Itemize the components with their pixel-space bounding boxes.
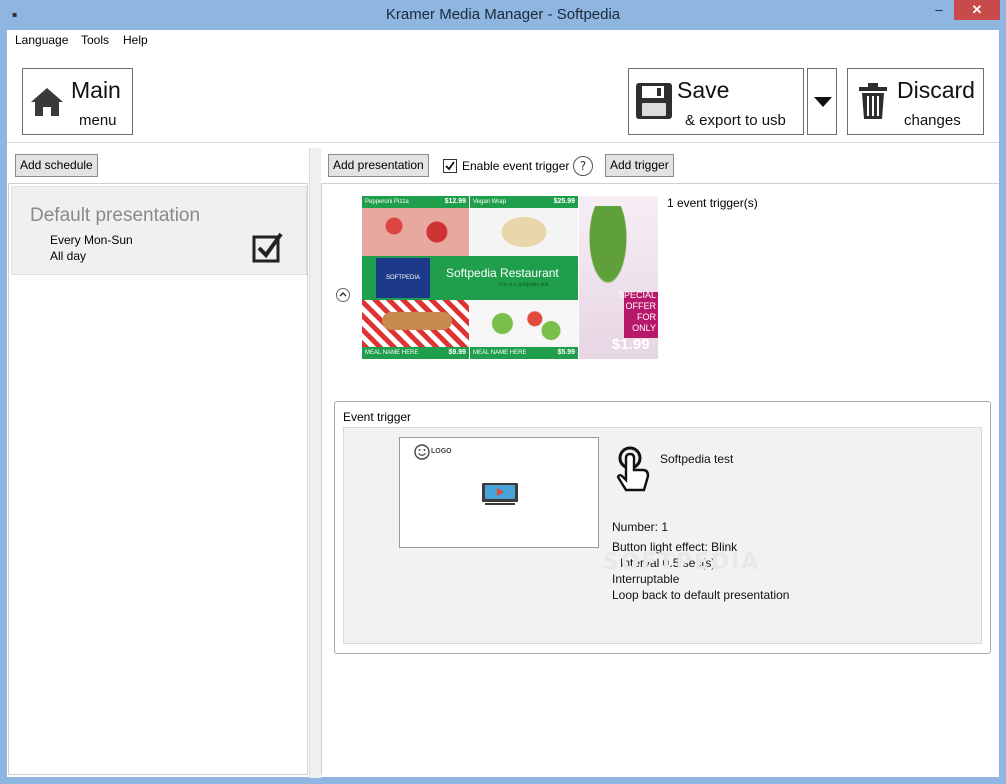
checkbox-checked-icon[interactable] (252, 231, 284, 263)
panel-splitter[interactable] (309, 148, 321, 778)
trigger-number: Number: 1 (612, 520, 669, 534)
price-strip-2: Vegan Wrap $25.99 (470, 196, 578, 208)
video-player-icon (482, 483, 518, 505)
main-label: Main (71, 77, 121, 103)
hotdog-shape (382, 312, 452, 330)
logo-text: LOGO (431, 448, 452, 455)
menu-language[interactable]: Language (15, 33, 68, 47)
menu-tools[interactable]: Tools (81, 33, 109, 47)
event-trigger-card[interactable]: LOGO Softpedia test Number: 1 Button lig… (343, 427, 982, 644)
help-icon[interactable]: ? (573, 156, 593, 176)
lettuce-image (588, 206, 628, 286)
app-window: ▪ Kramer Media Manager - Softpedia – ✕ L… (0, 0, 1006, 784)
trigger-name: Softpedia test (660, 452, 734, 466)
special-offer-text: SPECIAL OFFER FOR ONLY (617, 290, 656, 333)
event-trigger-legend: Event trigger (343, 410, 412, 424)
checkmark-icon (445, 161, 455, 171)
chevron-down-icon (814, 97, 832, 107)
menu-label: menu (79, 112, 117, 129)
client-area: Language Tools Help Main menu Save & exp… (7, 30, 999, 778)
item4-name: MEAL NAME HERE (473, 350, 527, 356)
close-button[interactable]: ✕ (954, 0, 1000, 20)
watermark: SOFTPEDIA (603, 550, 761, 575)
add-trigger-button[interactable]: Add trigger (605, 154, 674, 177)
price-strip-4: MEAL NAME HERE $5.99 (470, 347, 578, 359)
schedule-list: Default presentation Every Mon-Sun All d… (8, 183, 308, 775)
save-label: Save (677, 77, 730, 103)
floppy-disk-icon (636, 83, 672, 119)
price-strip-1: Pepperoni Pizza $12.99 (362, 196, 469, 208)
presentation-thumbnail[interactable]: Pepperoni Pizza $12.99 Vegan Wrap $25.99… (362, 196, 658, 359)
restaurant-subtitle: This is a Softpedia test (498, 282, 549, 288)
add-schedule-button[interactable]: Add schedule (15, 154, 98, 177)
event-preview: LOGO (399, 437, 599, 548)
item1-price: $12.99 (444, 198, 466, 205)
window-title: Kramer Media Manager - Softpedia (385, 6, 621, 23)
collapse-button[interactable] (336, 288, 350, 302)
schedule-item[interactable]: Default presentation Every Mon-Sun All d… (11, 186, 307, 275)
presentation-panel: Pepperoni Pizza $12.99 Vegan Wrap $25.99… (321, 183, 999, 775)
brand-logo: SOFTPEDIA (376, 258, 430, 298)
smiley-icon (414, 444, 430, 460)
restaurant-title: Softpedia Restaurant (446, 266, 559, 280)
price-strip-3: MEAL NAME HERE $9.99 (362, 347, 469, 359)
discard-label: Discard (897, 77, 975, 103)
item3-name: MEAL NAME HERE (365, 350, 419, 356)
schedule-title: Default presentation (30, 205, 201, 226)
menu-bar: Language Tools Help (7, 30, 999, 52)
touch-icon (616, 446, 650, 492)
item2-name: Vegan Wrap (473, 199, 506, 205)
enable-event-trigger-checkbox[interactable] (443, 159, 457, 173)
schedule-days: Every Mon-Sun (50, 233, 133, 247)
title-bar: ▪ Kramer Media Manager - Softpedia – ✕ (0, 0, 1006, 30)
discard-button[interactable]: Discard changes (847, 68, 984, 135)
minimize-button[interactable]: – (926, 2, 952, 24)
item1-name: Pepperoni Pizza (365, 199, 409, 205)
save-button[interactable]: Save & export to usb (628, 68, 804, 135)
trigger-loop: Loop back to default presentation (612, 588, 790, 602)
changes-label: changes (904, 112, 961, 129)
item3-price: $9.99 (448, 349, 466, 356)
add-presentation-button[interactable]: Add presentation (328, 154, 429, 177)
event-trigger-group: Event trigger LOGO Softpedia test Number… (334, 401, 991, 654)
toolbar-divider (7, 142, 999, 143)
enable-event-trigger-label[interactable]: Enable event trigger (462, 159, 569, 173)
home-icon (31, 88, 63, 116)
salad-image (470, 300, 578, 347)
item2-price: $25.99 (553, 198, 575, 205)
special-price: $1.99 (612, 336, 650, 353)
schedule-time: All day (50, 249, 87, 263)
main-menu-button[interactable]: Main menu (22, 68, 133, 135)
item4-price: $5.99 (557, 349, 575, 356)
trash-icon (859, 83, 887, 119)
save-options-dropdown[interactable] (807, 68, 837, 135)
chevron-up-icon (339, 292, 347, 297)
menu-help[interactable]: Help (123, 33, 148, 47)
export-label: & export to usb (685, 112, 786, 129)
trigger-count: 1 event trigger(s) (667, 196, 758, 210)
